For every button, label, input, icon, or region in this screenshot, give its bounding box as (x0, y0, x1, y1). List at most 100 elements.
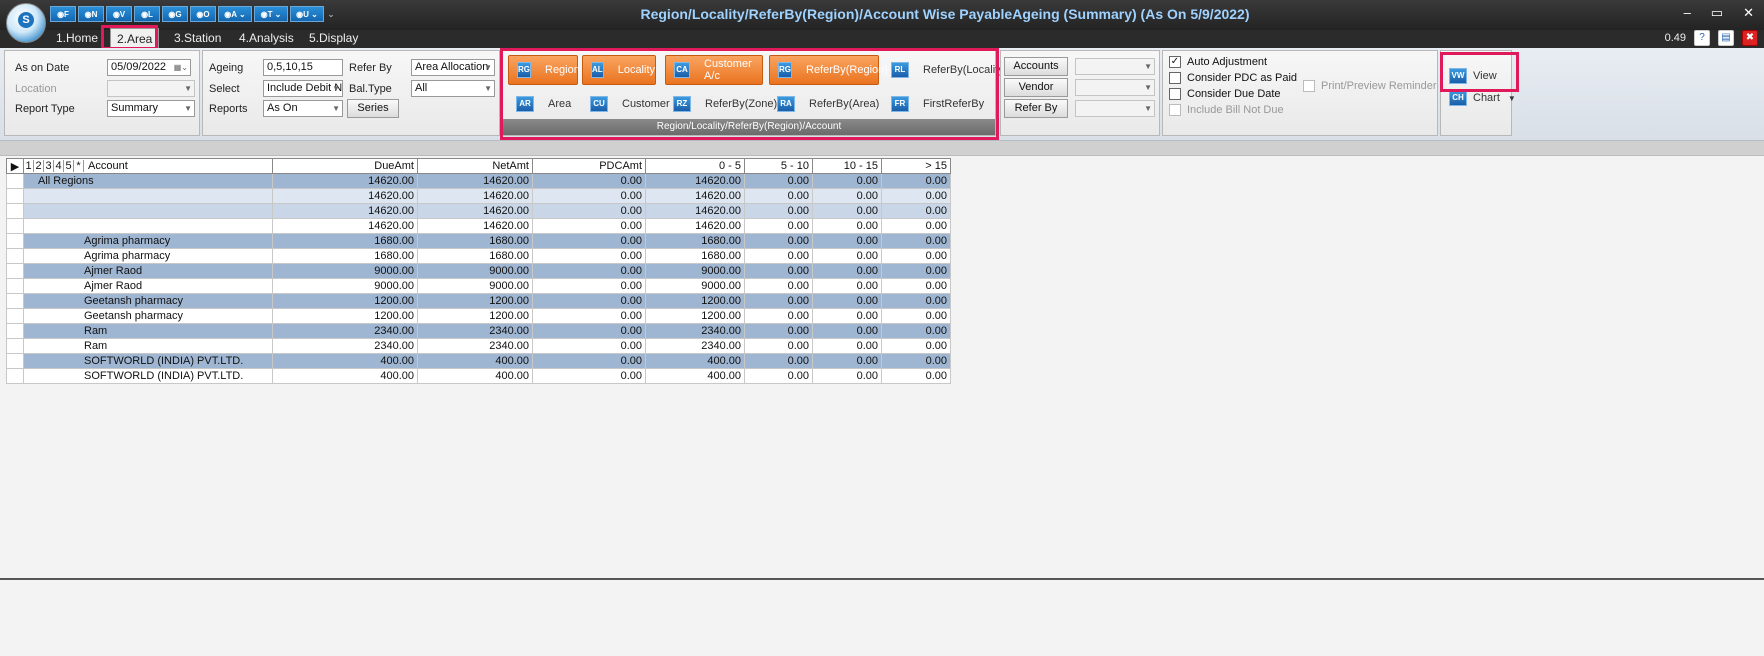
area-button[interactable]: AR Area (508, 91, 571, 117)
quick-n-button[interactable]: ◉N (78, 6, 104, 22)
vendor-select[interactable]: ▼ (1075, 79, 1155, 96)
referby-zone-button[interactable]: RZ ReferBy(Zone) (665, 91, 777, 117)
quick-a-button[interactable]: ◉A ⌄ (218, 6, 252, 22)
refer-by-filter-select[interactable]: ▼ (1075, 100, 1155, 117)
col-gt-15[interactable]: > 15 (881, 158, 951, 174)
level-3-button[interactable]: 3 (44, 160, 54, 172)
customize-toolbar-icon[interactable]: ⌄ (326, 6, 336, 24)
tab-display[interactable]: 5.Display (303, 28, 364, 48)
row-selector[interactable] (6, 188, 24, 204)
region-button[interactable]: RG Region (508, 55, 580, 85)
select-dropdown[interactable]: Include Debit N ▼ (263, 80, 343, 97)
row-selector[interactable] (6, 173, 24, 189)
table-row[interactable]: 14620.00 14620.00 0.00 14620.00 0.00 0.00 0.00 (6, 218, 951, 234)
col-10-15[interactable]: 10 - 15 (812, 158, 882, 174)
col-pdcamt[interactable]: PDCAmt (532, 158, 646, 174)
tab-station[interactable]: 3.Station (168, 28, 227, 48)
level-1-button[interactable]: 1 (25, 160, 34, 172)
row-selector[interactable] (6, 293, 24, 309)
table-row[interactable]: All Regions 14620.00 14620.00 0.00 14620.00 0… (6, 173, 951, 189)
quick-g-button[interactable]: ◉G (162, 6, 188, 22)
refer-by-select[interactable]: Area Allocation ▼ (411, 59, 495, 76)
quick-t-button[interactable]: ◉T ⌄ (254, 6, 288, 22)
first-referby-button[interactable]: FR FirstReferBy (883, 91, 984, 117)
table-row[interactable]: 14620.00 14620.00 0.00 14620.00 0.00 0.00 0.00 (6, 203, 951, 219)
level-all-button[interactable]: * (74, 160, 84, 172)
series-button[interactable]: Series (347, 99, 399, 118)
level-2-button[interactable]: 2 (34, 160, 44, 172)
exit-icon[interactable]: ✖ (1742, 30, 1758, 46)
print-preview-checkbox[interactable]: Print/Preview Reminder (1303, 80, 1437, 92)
table-row[interactable]: 14620.00 14620.00 0.00 14620.00 0.00 0.00 0.00 (6, 188, 951, 204)
tab-area[interactable]: 2.Area (110, 28, 160, 49)
referby-region-button[interactable]: RG ReferBy(Region) (769, 55, 888, 85)
ageing-input[interactable]: 0,5,10,15 (263, 59, 343, 76)
table-row[interactable]: Ajmer Raod 9000.00 9000.00 0.00 9000.00 0.00 0… (6, 263, 951, 279)
quick-f-button[interactable]: ◉F (50, 6, 76, 22)
maximize-icon[interactable]: ▭ (1711, 5, 1723, 21)
location-select[interactable]: ▼ (107, 80, 195, 97)
col-5-10[interactable]: 5 - 10 (744, 158, 813, 174)
col-netamt[interactable]: NetAmt (417, 158, 533, 174)
area-icon: AR (516, 96, 534, 112)
minimize-icon[interactable]: ‒ (1684, 5, 1691, 21)
table-row[interactable]: Agrima pharmacy 1680.00 1680.00 0.00 1680.00… (6, 248, 951, 264)
table-row[interactable]: Geetansh pharmacy 1200.00 1200.00 0.00 1200.… (6, 308, 951, 324)
row-selector[interactable] (6, 368, 24, 384)
as-on-date-field[interactable]: 05/09/2022 ▦⌄ (107, 59, 191, 76)
bal-type-select[interactable]: All ▼ (411, 80, 495, 97)
row-selector[interactable] (6, 353, 24, 369)
row-selector[interactable] (6, 338, 24, 354)
referby-area-button[interactable]: RA ReferBy(Area) (769, 91, 879, 117)
table-row[interactable]: Ajmer Raod 9000.00 9000.00 0.00 9000.00 0.00 0… (6, 278, 951, 294)
app-logo[interactable]: S (6, 3, 46, 43)
row-selector[interactable] (6, 308, 24, 324)
row-selector[interactable] (6, 323, 24, 339)
document-icon[interactable]: ▤ (1718, 30, 1734, 46)
tab-home[interactable]: 1.Home (50, 28, 104, 48)
col-0-5[interactable]: 0 - 5 (645, 158, 745, 174)
table-row[interactable]: Ram 2340.00 2340.00 0.00 2340.00 0.00 0.00 0.00 (6, 323, 951, 339)
consider-pdc-checkbox[interactable]: Consider PDC as Paid (1169, 72, 1297, 84)
help-icon[interactable]: ? (1694, 30, 1710, 46)
level-5-button[interactable]: 5 (64, 160, 74, 172)
auto-adjustment-checkbox[interactable]: ✓ Auto Adjustment (1169, 56, 1267, 68)
col-account[interactable]: Account (84, 160, 128, 172)
report-type-select[interactable]: Summary ▼ (107, 100, 195, 117)
quick-o-button[interactable]: ◉O (190, 6, 216, 22)
consider-due-date-checkbox[interactable]: Consider Due Date (1169, 88, 1281, 100)
row-selector[interactable] (6, 218, 24, 234)
accounts-button[interactable]: Accounts (1004, 57, 1068, 76)
tab-analysis[interactable]: 4.Analysis (233, 28, 300, 48)
row-selector[interactable] (6, 248, 24, 264)
table-row[interactable]: Agrima pharmacy 1680.00 1680.00 0.00 1680.00… (6, 233, 951, 249)
table-row[interactable]: SOFTWORLD (INDIA) PVT.LTD. 400.00 400.00 0.… (6, 368, 951, 384)
customer-button[interactable]: CU Customer (582, 91, 670, 117)
quick-l-button[interactable]: ◉L (134, 6, 160, 22)
col-dueamt[interactable]: DueAmt (272, 158, 418, 174)
chart-button[interactable]: CH Chart ▼ (1441, 85, 1516, 111)
level-4-button[interactable]: 4 (54, 160, 64, 172)
row-selector[interactable] (6, 203, 24, 219)
table-row[interactable]: SOFTWORLD (INDIA) PVT.LTD. 400.00 400.00 0.… (6, 353, 951, 369)
row-selector[interactable] (6, 278, 24, 294)
vendor-button[interactable]: Vendor (1004, 78, 1068, 97)
row-selector[interactable] (6, 263, 24, 279)
close-icon[interactable]: ✕ (1743, 5, 1754, 21)
pdcamt-cell: 0.00 (532, 218, 646, 234)
quick-u-button[interactable]: ◉U ⌄ (290, 6, 324, 22)
customer-ac-button[interactable]: CA Customer A/c (665, 55, 763, 85)
reports-select[interactable]: As On ▼ (263, 100, 343, 117)
quick-v-button[interactable]: ◉V (106, 6, 132, 22)
row-selector[interactable] (6, 233, 24, 249)
table-row[interactable]: Geetansh pharmacy 1200.00 1200.00 0.00 1200.… (6, 293, 951, 309)
calendar-dropdown-icon[interactable]: ▦⌄ (174, 60, 188, 75)
table-row[interactable]: Ram 2340.00 2340.00 0.00 2340.00 0.00 0.00 0.00 (6, 338, 951, 354)
accounts-select[interactable]: ▼ (1075, 58, 1155, 75)
referby-locality-button[interactable]: RL ReferBy(Locality) (883, 57, 1007, 83)
10-15-cell: 0.00 (812, 368, 882, 384)
include-bill-checkbox[interactable]: Include Bill Not Due (1169, 104, 1284, 116)
refer-by-button[interactable]: Refer By (1004, 99, 1068, 118)
locality-button[interactable]: AL Locality (582, 55, 656, 85)
netamt-cell: 2340.00 (417, 338, 533, 354)
